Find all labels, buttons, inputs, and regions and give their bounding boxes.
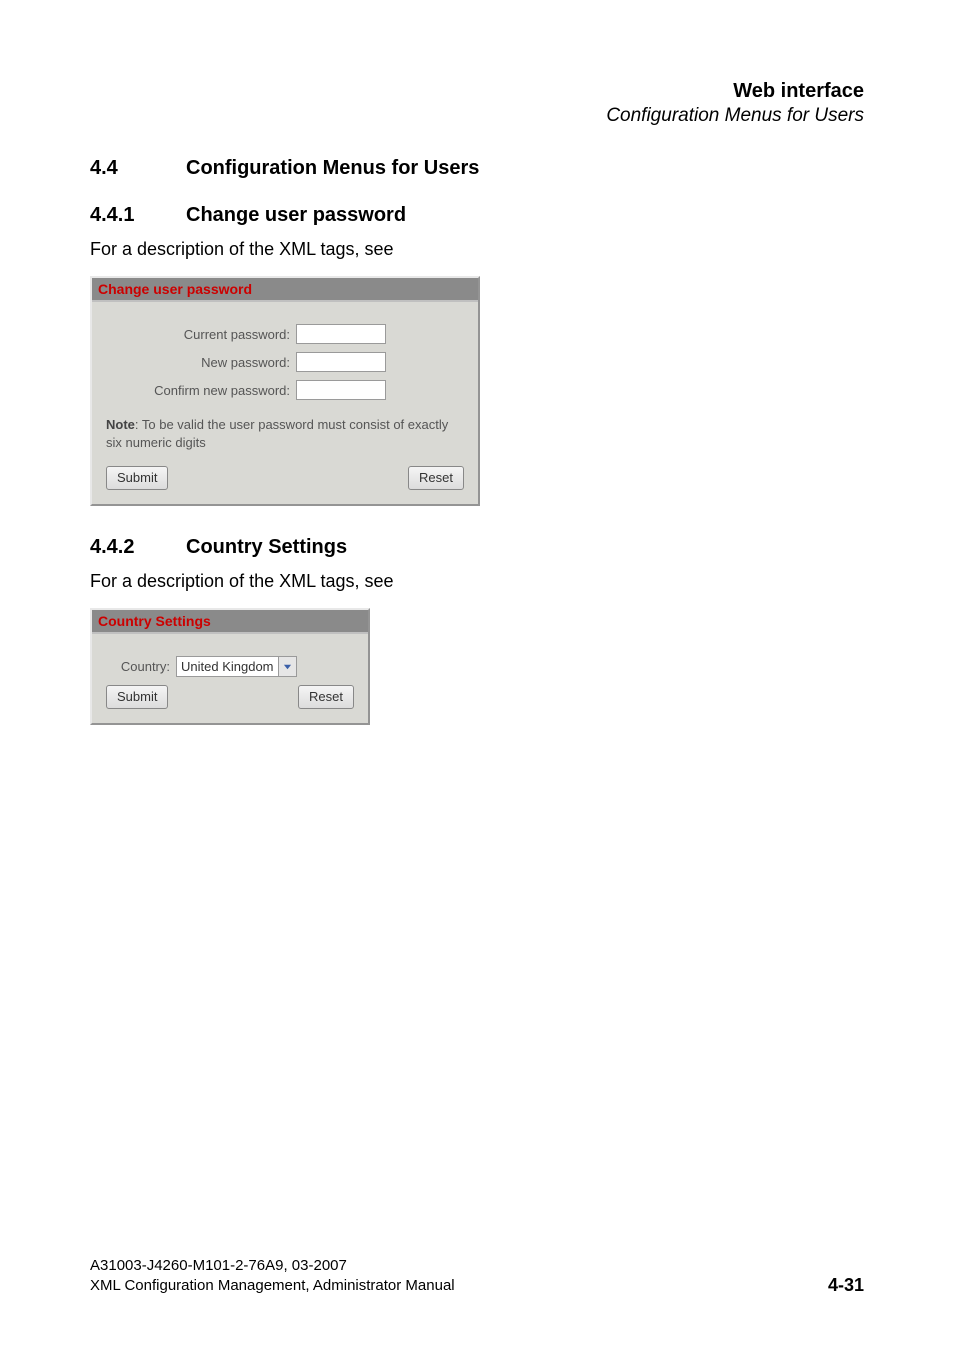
header-subtitle: Configuration Menus for Users [90,105,864,127]
country-settings-panel: Country Settings Country: United Kingdom… [90,608,370,725]
country-row: Country: United Kingdom [106,656,354,677]
section-heading-4-4: 4.4 Configuration Menus for Users [90,157,864,180]
footer-line-1: A31003-J4260-M101-2-76A9, 03-2007 [90,1256,455,1276]
reset-button[interactable]: Reset [408,466,464,490]
country-settings-panel-body: Country: United Kingdom Submit Reset [92,634,368,723]
submit-button[interactable]: Submit [106,466,168,490]
header-title: Web interface [90,80,864,103]
current-password-row: Current password: [106,324,464,344]
page-number: 4-31 [828,1275,864,1296]
section-number: 4.4 [90,157,186,180]
confirm-password-input[interactable] [296,380,386,400]
section-title: Configuration Menus for Users [186,157,479,180]
page: Web interface Configuration Menus for Us… [0,0,954,1351]
subsection-heading-4-4-1: 4.4.1 Change user password [90,204,864,227]
subsection-title: Change user password [186,204,406,227]
current-password-label: Current password: [106,327,296,342]
submit-button[interactable]: Submit [106,685,168,709]
new-password-label: New password: [106,355,296,370]
country-select-value: United Kingdom [177,657,278,676]
footer-left: A31003-J4260-M101-2-76A9, 03-2007 XML Co… [90,1256,455,1297]
page-footer: A31003-J4260-M101-2-76A9, 03-2007 XML Co… [90,1256,864,1297]
current-password-input[interactable] [296,324,386,344]
note-bold: Note [106,417,135,432]
subsection-number: 4.4.2 [90,536,186,559]
change-password-panel-title: Change user password [92,278,478,302]
footer-line-2: XML Configuration Management, Administra… [90,1276,455,1296]
change-password-buttons: Submit Reset [106,466,464,490]
note-rest: : To be valid the user password must con… [106,417,448,450]
country-settings-panel-title: Country Settings [92,610,368,634]
subsection-number: 4.4.1 [90,204,186,227]
page-header: Web interface Configuration Menus for Us… [90,80,864,127]
intro-text-1: For a description of the XML tags, see [90,239,864,260]
change-password-panel: Change user password Current password: N… [90,276,480,506]
chevron-down-icon [278,657,296,676]
change-password-panel-body: Current password: New password: Confirm … [92,302,478,504]
country-select[interactable]: United Kingdom [176,656,297,677]
country-settings-buttons: Submit Reset [106,685,354,709]
intro-text-2: For a description of the XML tags, see [90,571,864,592]
password-note: Note: To be valid the user password must… [106,416,464,452]
country-label: Country: [106,659,176,674]
subsection-heading-4-4-2: 4.4.2 Country Settings [90,536,864,559]
reset-button[interactable]: Reset [298,685,354,709]
new-password-row: New password: [106,352,464,372]
subsection-title: Country Settings [186,536,347,559]
confirm-password-row: Confirm new password: [106,380,464,400]
new-password-input[interactable] [296,352,386,372]
confirm-password-label: Confirm new password: [106,383,296,398]
